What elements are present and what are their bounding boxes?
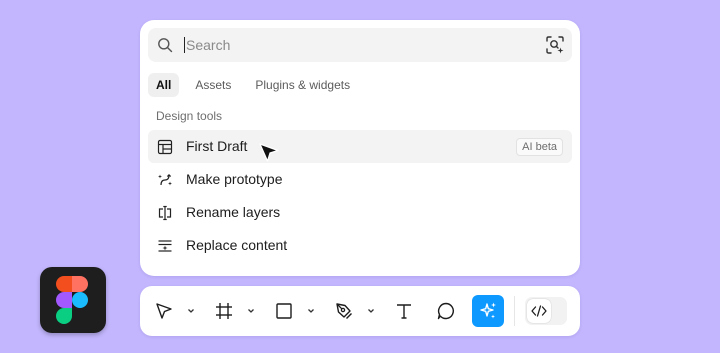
frame-hash-icon (216, 303, 232, 319)
replace-content-icon (158, 240, 172, 252)
bottom-toolbar (140, 286, 580, 336)
pen-nib-icon (336, 303, 352, 319)
ai-actions-tool[interactable] (472, 295, 504, 327)
dev-mode-knob (527, 299, 551, 323)
list-item-make-prototype[interactable]: Make prototype (148, 163, 572, 196)
item-label: Replace content (186, 237, 288, 253)
chevron-down-icon[interactable] (186, 306, 196, 316)
list-item-first-draft[interactable]: First Draft AI beta (148, 130, 572, 163)
mouse-cursor-icon (259, 143, 279, 162)
chevron-down-icon[interactable] (246, 306, 256, 316)
text-tool[interactable] (388, 295, 420, 327)
tab-plugins-widgets[interactable]: Plugins & widgets (247, 73, 358, 97)
ai-beta-badge: AI beta (516, 138, 563, 156)
comment-tool[interactable] (430, 295, 462, 327)
tab-assets[interactable]: Assets (187, 73, 239, 97)
shape-tool[interactable] (268, 295, 300, 327)
rectangle-icon (276, 303, 292, 319)
pointer-icon (156, 303, 172, 319)
pen-tool[interactable] (328, 295, 360, 327)
code-brackets-icon (531, 305, 547, 317)
frame-tool[interactable] (208, 295, 240, 327)
item-label: Make prototype (186, 171, 283, 187)
results-list: First Draft AI beta Make prototype Renam… (148, 130, 572, 262)
figma-logo-icon (56, 276, 88, 324)
section-title: Design tools (156, 109, 223, 123)
move-tool[interactable] (148, 295, 180, 327)
chevron-down-icon[interactable] (306, 306, 316, 316)
app-logo-tile (40, 267, 106, 333)
text-caret (184, 37, 185, 53)
rename-layers-icon (158, 205, 172, 221)
item-label: Rename layers (186, 204, 281, 220)
list-item-rename-layers[interactable]: Rename layers (148, 196, 572, 229)
layout-grid-icon (157, 139, 173, 155)
ai-search-icon[interactable] (545, 35, 565, 55)
text-t-icon (397, 304, 411, 319)
search-bar[interactable] (148, 28, 572, 62)
comment-bubble-icon (437, 302, 454, 320)
prototype-icon (158, 173, 172, 186)
actions-panel: All Assets Plugins & widgets Design tool… (140, 20, 580, 276)
chevron-down-icon[interactable] (366, 306, 376, 316)
search-input[interactable] (186, 33, 526, 57)
list-item-replace-content[interactable]: Replace content (148, 229, 572, 262)
item-label: First Draft (186, 138, 248, 154)
dev-mode-toggle[interactable] (525, 297, 567, 325)
search-icon (158, 38, 173, 53)
toolbar-divider (514, 296, 515, 326)
tab-all[interactable]: All (148, 73, 180, 97)
sparkle-icon (480, 302, 496, 319)
filter-tabs: All Assets Plugins & widgets (148, 73, 358, 97)
